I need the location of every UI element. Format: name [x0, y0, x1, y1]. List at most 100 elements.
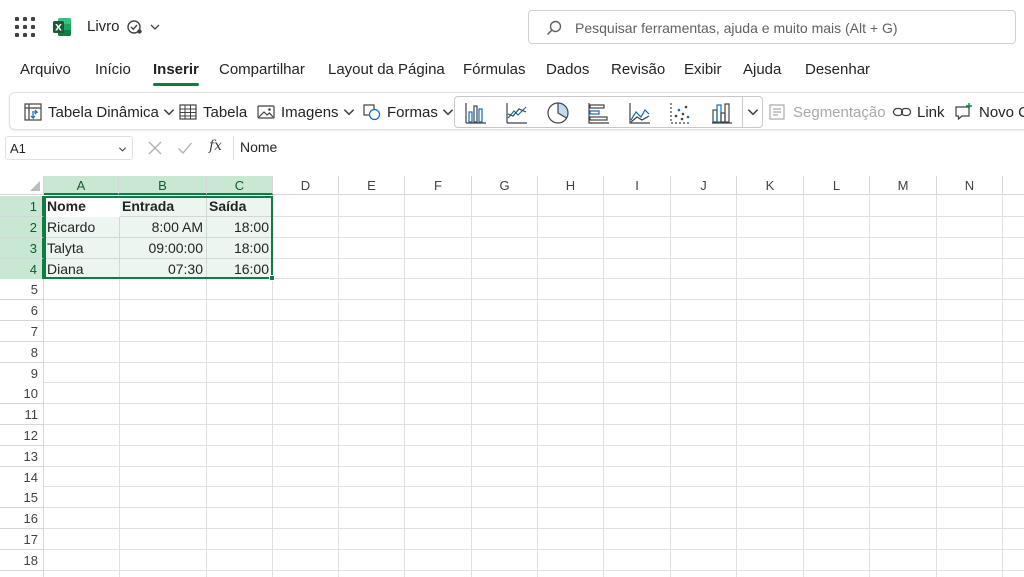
cell-b1[interactable]: Entrada	[119, 196, 206, 217]
pie-chart-icon[interactable]	[545, 100, 571, 126]
column-header[interactable]: H	[538, 176, 604, 195]
chevron-down-icon	[747, 109, 759, 116]
row-header[interactable]: 7	[0, 321, 44, 342]
cell-c3[interactable]: 18:00	[206, 238, 272, 259]
slicer-icon	[769, 104, 785, 120]
new-comment-button[interactable]: Novo C	[954, 93, 1024, 131]
cell-b2[interactable]: 8:00 AM	[119, 217, 206, 238]
chevron-down-icon[interactable]	[149, 21, 161, 33]
column-header[interactable]: F	[405, 176, 472, 195]
saved-status-icon[interactable]	[127, 19, 143, 35]
column-header[interactable]: M	[870, 176, 937, 195]
row-header[interactable]: 18	[0, 550, 44, 571]
pivot-table-icon	[24, 103, 42, 121]
cell-a3[interactable]: Talyta	[44, 238, 119, 259]
cell-b3[interactable]: 09:00:00	[119, 238, 206, 259]
tab-exibir[interactable]: Exibir	[684, 61, 722, 78]
tab-dados[interactable]: Dados	[546, 61, 589, 78]
column-header[interactable]: N	[937, 176, 1003, 195]
column-chart-icon[interactable]	[463, 100, 489, 126]
scatter-chart-icon[interactable]	[668, 100, 694, 126]
formula-input[interactable]: Nome	[233, 136, 1024, 160]
tab-arquivo[interactable]: Arquivo	[20, 61, 71, 78]
chart-gallery-more-button[interactable]	[742, 97, 762, 127]
search-icon	[546, 20, 562, 36]
app-launcher-icon[interactable]	[15, 17, 35, 37]
tab-layout-da-pagina[interactable]: Layout da Página	[328, 61, 445, 78]
row-header[interactable]: 14	[0, 467, 44, 488]
name-box[interactable]: A1	[5, 136, 133, 160]
formula-bar: A1 fx Nome	[0, 134, 1024, 162]
tab-desenhar[interactable]: Desenhar	[805, 61, 870, 78]
column-header[interactable]: D	[273, 176, 339, 195]
row-header[interactable]: 6	[0, 300, 44, 321]
row-header[interactable]: 16	[0, 508, 44, 529]
tab-ajuda[interactable]: Ajuda	[743, 61, 781, 78]
check-icon[interactable]	[177, 140, 193, 156]
column-header[interactable]: I	[604, 176, 671, 195]
column-header[interactable]: C	[207, 176, 273, 195]
tab-inicio[interactable]: Início	[95, 61, 131, 78]
link-button[interactable]: Link	[892, 93, 945, 131]
cell-a2[interactable]: Ricardo	[44, 217, 119, 238]
column-header[interactable]	[1003, 176, 1024, 195]
row-header[interactable]: 11	[0, 404, 44, 425]
column-header[interactable]: A	[44, 176, 119, 195]
slicer-label: Segmentação	[793, 103, 886, 121]
row-header[interactable]: 8	[0, 342, 44, 363]
image-icon	[257, 105, 275, 119]
cell-a1[interactable]: Nome	[44, 196, 119, 217]
line-chart-icon[interactable]	[504, 100, 530, 126]
images-button[interactable]: Imagens	[256, 93, 356, 131]
column-header[interactable]: K	[737, 176, 804, 195]
cell-c4[interactable]: 16:00	[206, 259, 272, 280]
tab-revisao[interactable]: Revisão	[611, 61, 665, 78]
area-chart-icon[interactable]	[627, 100, 653, 126]
column-header[interactable]: G	[472, 176, 538, 195]
cell-a4[interactable]: Diana	[44, 259, 119, 280]
row-header[interactable]: 17	[0, 529, 44, 550]
shapes-button[interactable]: Formas	[362, 93, 455, 131]
cancel-icon[interactable]	[147, 140, 163, 156]
column-header[interactable]: J	[671, 176, 737, 195]
cell-c2[interactable]: 18:00	[206, 217, 272, 238]
column-header[interactable]: E	[339, 176, 405, 195]
tab-compartilhar[interactable]: Compartilhar	[219, 61, 305, 78]
new-comment-label: Novo C	[979, 103, 1024, 121]
cell-b4[interactable]: 07:30	[119, 259, 206, 280]
row-header[interactable]	[0, 571, 44, 577]
pivot-table-label: Tabela Dinâmica	[48, 103, 159, 121]
row-header[interactable]: 10	[0, 383, 44, 404]
bar-chart-icon[interactable]	[586, 100, 612, 126]
row-header[interactable]: 2	[0, 217, 44, 238]
chevron-down-icon	[343, 109, 354, 116]
row-header[interactable]: 4	[0, 259, 44, 280]
table-button[interactable]: Tabela	[178, 93, 247, 131]
chevron-down-icon	[163, 109, 175, 116]
document-title[interactable]: Livro	[87, 18, 120, 35]
row-header[interactable]: 13	[0, 446, 44, 467]
excel-logo-icon: X	[53, 18, 71, 36]
pivot-table-button[interactable]: Tabela Dinâmica	[23, 93, 176, 131]
select-all-button[interactable]	[0, 176, 44, 195]
shapes-label: Formas	[387, 103, 438, 121]
row-header[interactable]: 5	[0, 279, 44, 300]
insert-function-button[interactable]: fx	[209, 138, 222, 154]
histogram-chart-icon[interactable]	[709, 100, 735, 126]
search-box[interactable]: Pesquisar ferramentas, ajuda e muito mai…	[528, 10, 1016, 44]
title-bar: X Livro Pesquisar ferramentas, ajuda e m…	[0, 0, 1024, 54]
slicer-button[interactable]: Segmentação	[768, 93, 886, 131]
tab-formulas[interactable]: Fórmulas	[463, 61, 526, 78]
row-header[interactable]: 3	[0, 238, 44, 259]
name-box-value: A1	[10, 141, 26, 156]
row-header[interactable]: 1	[0, 196, 44, 217]
shapes-icon	[363, 104, 381, 121]
row-header[interactable]: 12	[0, 425, 44, 446]
cell-c1[interactable]: Saída	[206, 196, 272, 217]
images-label: Imagens	[281, 103, 339, 121]
row-header[interactable]: 15	[0, 487, 44, 508]
row-header[interactable]: 9	[0, 363, 44, 384]
tab-inserir[interactable]: Inserir	[153, 61, 199, 86]
column-header[interactable]: B	[119, 176, 207, 195]
column-header[interactable]: L	[804, 176, 870, 195]
